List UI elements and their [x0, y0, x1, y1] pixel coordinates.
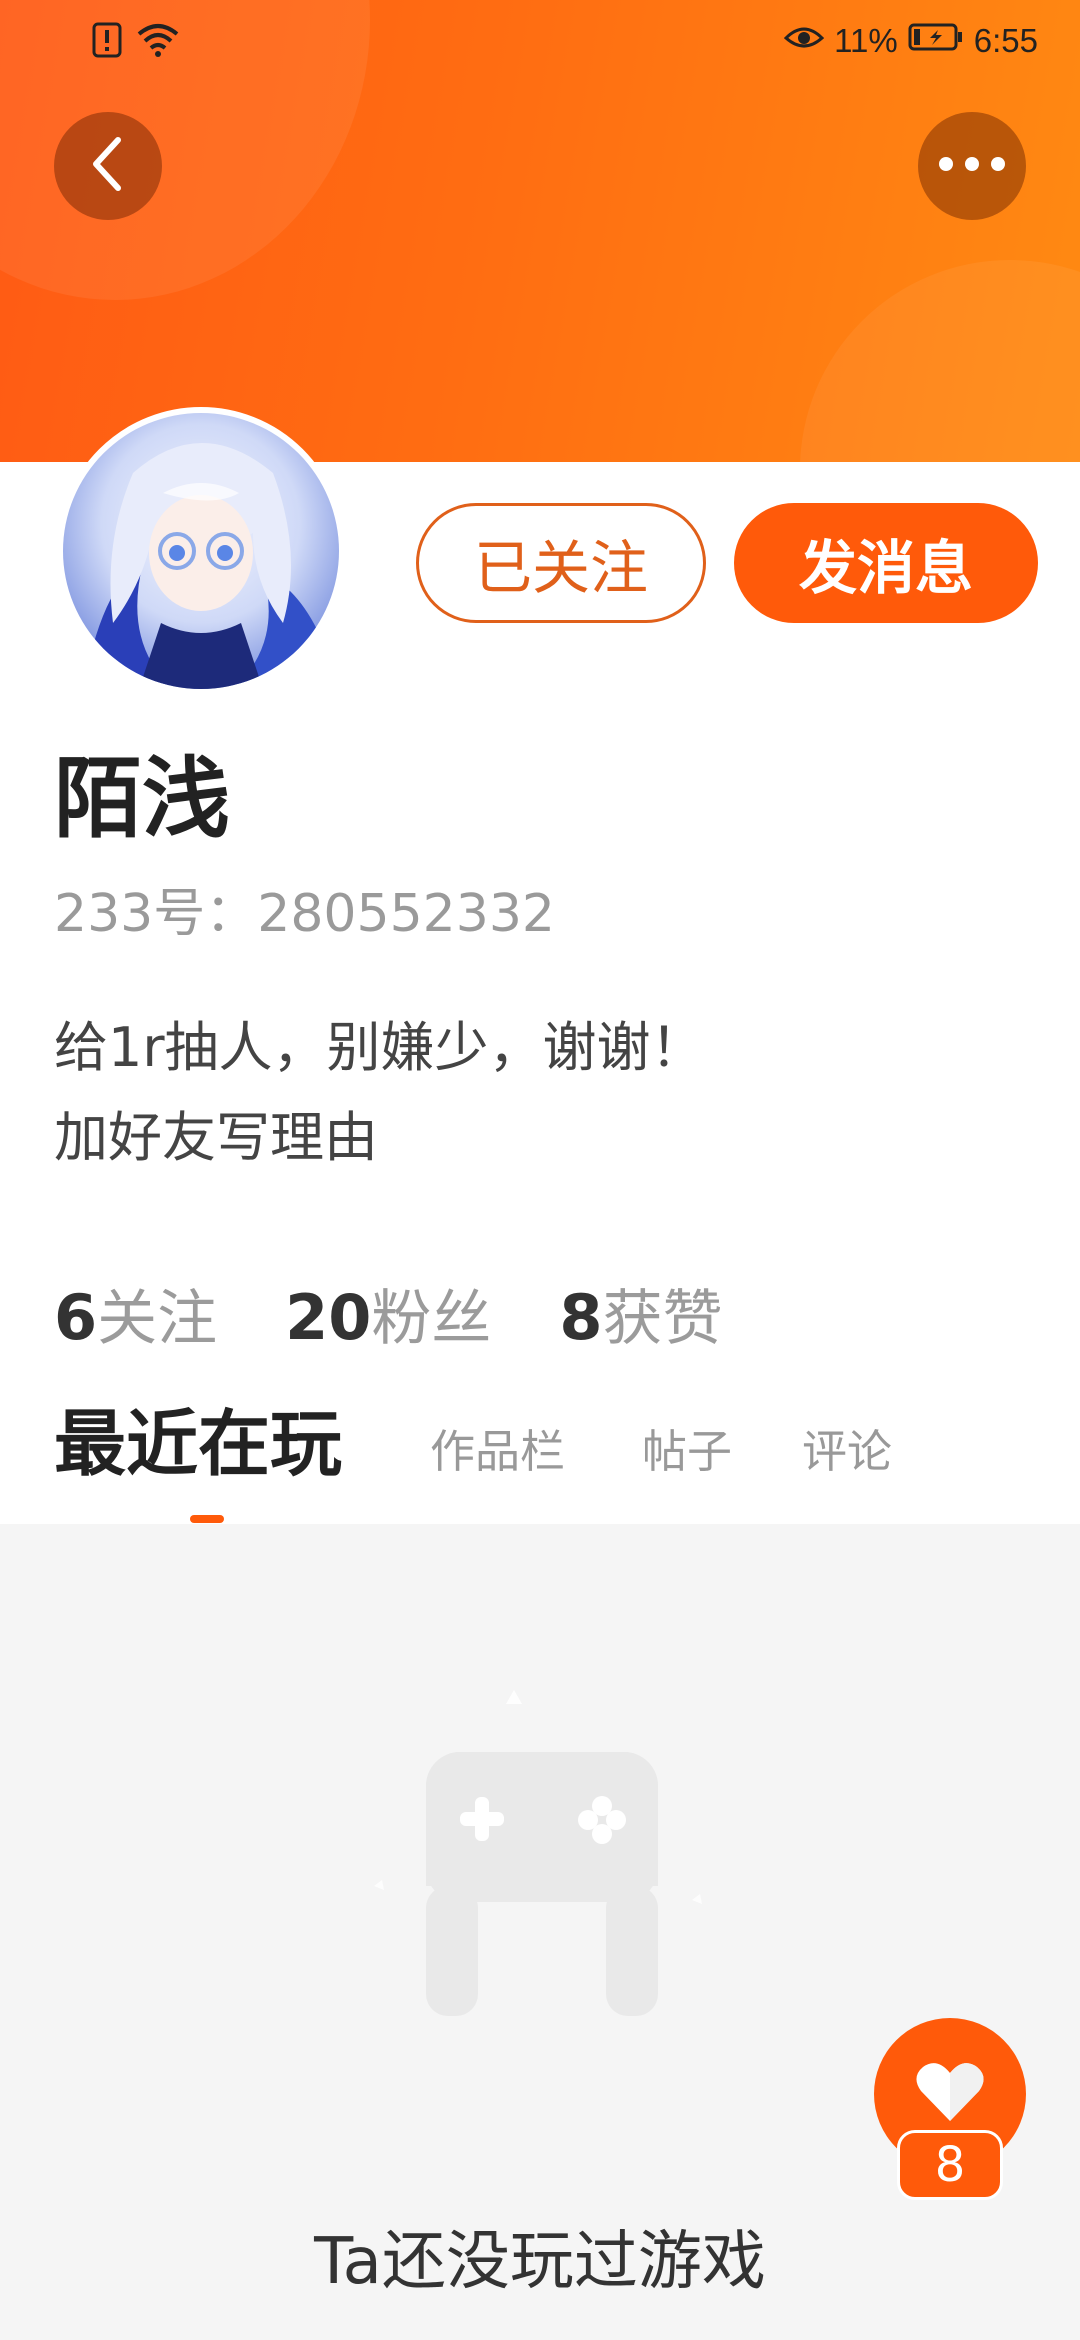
heart-icon	[915, 2061, 985, 2127]
stat-number: 8	[559, 1281, 603, 1354]
stat-number: 20	[285, 1281, 372, 1354]
stat-followers[interactable]: 20 粉丝	[285, 1270, 491, 1357]
stat-following[interactable]: 6 关注	[54, 1270, 217, 1357]
battery-percent: 11%	[834, 22, 898, 59]
avatar[interactable]	[57, 407, 345, 695]
bio: 给1r抽人，别嫌少，谢谢！ 加好友写理由	[54, 1003, 705, 1183]
like-count-badge: 8	[897, 2130, 1003, 2200]
followed-button[interactable]: 已关注	[416, 503, 706, 623]
battery-icon	[908, 22, 964, 60]
empty-state-text: Ta还没玩过游戏	[314, 2225, 766, 2299]
tab-posts[interactable]: 帖子	[642, 1415, 732, 1480]
tab-recently-played[interactable]: 最近在玩	[54, 1385, 342, 1490]
alert-icon	[92, 22, 122, 66]
stat-likes: 8 获赞	[559, 1270, 722, 1357]
more-dots-icon	[936, 154, 1008, 178]
bio-line: 加好友写理由	[54, 1106, 378, 1169]
active-tab-indicator	[190, 1515, 224, 1523]
wifi-icon	[136, 22, 180, 66]
tab-works[interactable]: 作品栏	[430, 1415, 565, 1480]
user-id: 233号：280552332	[54, 884, 556, 944]
eye-comfort-icon	[783, 22, 825, 60]
profile-stats: 6 关注 20 粉丝 8 获赞	[54, 1270, 723, 1357]
gamepad-icon	[350, 1690, 730, 2020]
stat-label: 关注	[97, 1284, 218, 1354]
profile-tabs: 最近在玩 作品栏 帖子 评论	[0, 1400, 1080, 1520]
stat-label: 粉丝	[371, 1284, 492, 1354]
stat-number: 6	[54, 1281, 98, 1354]
status-bar: 11% 6:55	[0, 0, 1080, 84]
time: 6:55	[973, 22, 1038, 59]
stat-label: 获赞	[602, 1284, 723, 1354]
bio-line: 给1r抽人，别嫌少，谢谢！	[54, 1016, 705, 1079]
header-decoration	[800, 260, 1080, 462]
back-button[interactable]	[54, 112, 162, 220]
username: 陌浅	[54, 747, 231, 850]
more-options-button[interactable]	[918, 112, 1026, 220]
tab-comments[interactable]: 评论	[802, 1415, 892, 1480]
chevron-left-icon	[86, 134, 130, 198]
send-message-button[interactable]: 发消息	[734, 503, 1038, 623]
